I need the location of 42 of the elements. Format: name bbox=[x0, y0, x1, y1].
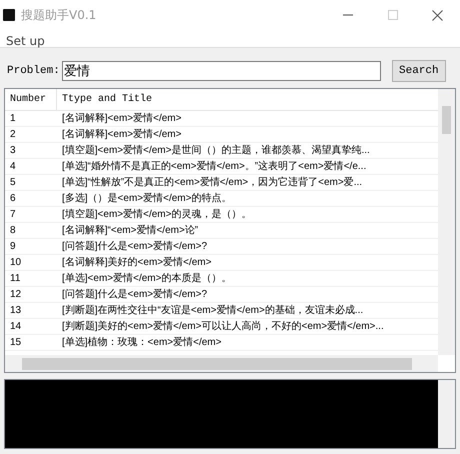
table-cell-text: 1 bbox=[9, 112, 17, 126]
table-cell-text: 11 bbox=[9, 272, 22, 286]
table-cell-text: 2 bbox=[9, 128, 17, 142]
column-header[interactable]: Ttype and Title bbox=[57, 89, 152, 110]
table-cell-text: 14 bbox=[9, 320, 22, 334]
problem-label: Problem: bbox=[7, 65, 60, 77]
close-icon[interactable] bbox=[432, 10, 443, 20]
maximize-icon[interactable] bbox=[388, 10, 398, 20]
horizontal-scrollbar[interactable] bbox=[5, 355, 438, 372]
table-cell-text: [填空题]<em>爱情</em>的灵魂，是（）。 bbox=[61, 208, 252, 222]
column-header[interactable]: Number bbox=[5, 89, 57, 110]
table-cell-text: 8 bbox=[9, 224, 17, 238]
table-cell-text: [名词解释]<em>爱情</em> bbox=[61, 112, 182, 126]
table-cell-text: [问答题]什么是<em>爱情</em>? bbox=[61, 288, 208, 302]
table-cell-text: [多选]（）是<em>爱情</em>的特点。 bbox=[61, 192, 232, 206]
table-cell-text: 15 bbox=[9, 336, 22, 350]
table-cell-text: 13 bbox=[9, 304, 22, 318]
table-cell-text: [填空题]<em>爱情</em>是世间（）的主题，谁都羡慕、渴望真挚纯... bbox=[61, 144, 370, 158]
table-cell-text: 12 bbox=[9, 288, 22, 302]
vertical-scrollbar[interactable] bbox=[438, 89, 455, 355]
table-cell-text: [名词解释]美好的<em>爱情</em> bbox=[61, 256, 212, 270]
table-cell-text: [问答题]什么是<em>爱情</em>? bbox=[61, 240, 208, 254]
app-icon bbox=[3, 9, 15, 21]
table-cell-text: [判断题]美好的<em>爱情</em>可以让人高尚，不好的<em>爱情</em>... bbox=[61, 320, 384, 334]
search-button[interactable]: Search bbox=[392, 60, 446, 82]
problem-field[interactable]: 爱情 bbox=[62, 61, 381, 81]
table-cell-text: [判断题]在两性交往中“友谊是<em>爱情</em>的基础，友谊未必成... bbox=[61, 304, 364, 318]
table-cell-text: 3 bbox=[9, 144, 17, 158]
table-cell-text: 10 bbox=[9, 256, 22, 270]
table-cell-text: [单选]<em>爱情</em>的本质是（）。 bbox=[61, 272, 232, 286]
table-cell-text: 9 bbox=[9, 240, 17, 254]
table-cell-text: [单选]“性解放”不是真正的<em>爱情</em>，因为它违背了<em>爱... bbox=[61, 176, 362, 190]
window-title: 搜题助手V0.1 bbox=[21, 6, 96, 24]
table-cell-text: 5 bbox=[9, 176, 17, 190]
table-cell-text: [名词解释]<em>爱情</em> bbox=[61, 128, 182, 142]
table-cell-text: [名词解释]“<em>爱情</em>论” bbox=[61, 224, 198, 238]
menu-item[interactable]: Set up bbox=[6, 34, 45, 48]
table-cell-text: [单选]“婚外情不是真正的<em>爱情</em>。”这表明了<em>爱情</e... bbox=[61, 160, 366, 174]
table-cell-text: 4 bbox=[9, 160, 17, 174]
table-cell-text: 6 bbox=[9, 192, 17, 206]
table-cell-text: [单选]植物：玫瑰：<em>爱情</em> bbox=[61, 336, 222, 350]
table-cell-text: 7 bbox=[9, 208, 17, 222]
